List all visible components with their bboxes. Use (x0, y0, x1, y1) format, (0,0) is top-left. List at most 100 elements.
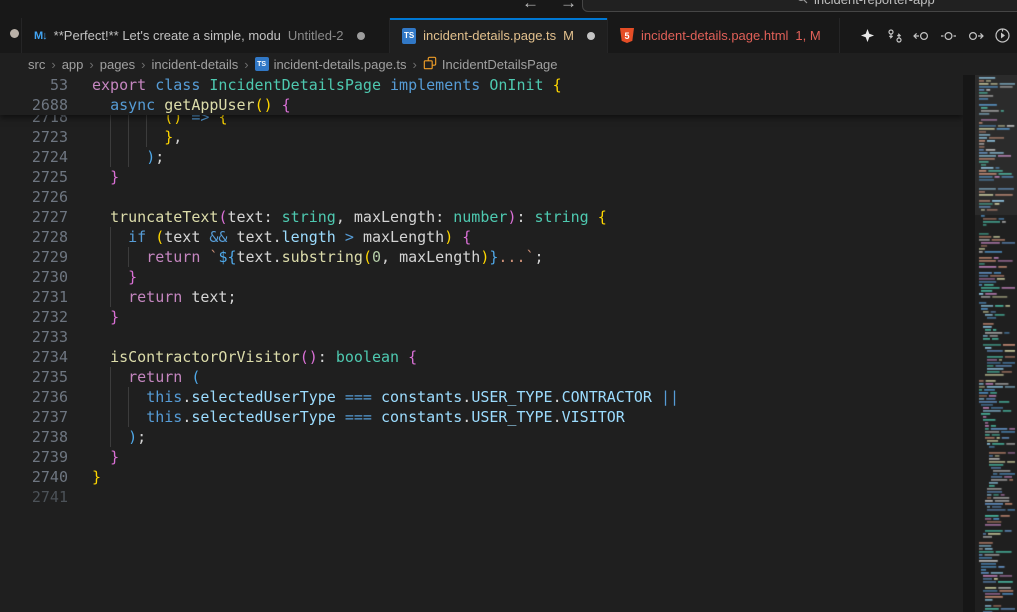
code-line: 2734 isContractorOrVisitor(): boolean { (0, 347, 963, 367)
line-number[interactable]: 2735 (0, 367, 68, 387)
navigate-forward-icon[interactable]: → (560, 0, 577, 13)
command-center-label: incident-reporter-app (814, 0, 935, 7)
code-token (354, 228, 363, 246)
minimap[interactable] (975, 75, 1017, 612)
code-token: return (146, 248, 200, 266)
line-number[interactable]: 2730 (0, 267, 68, 287)
code-token: } (110, 448, 119, 466)
html-icon: 5 (620, 28, 634, 43)
code-line: 2688 async getAppUser() { (0, 95, 963, 115)
code-token: ${ (218, 248, 236, 266)
line-number[interactable]: 2725 (0, 167, 68, 187)
code-token: . (553, 388, 562, 406)
line-number[interactable]: 2739 (0, 447, 68, 467)
compare-changes-icon[interactable] (886, 27, 903, 44)
modified-dot (10, 29, 19, 38)
line-number[interactable]: 2724 (0, 147, 68, 167)
code-token: ; (155, 148, 164, 166)
breadcrumb-item-src[interactable]: src (28, 57, 45, 72)
tab-incident-details-page-html[interactable]: 5 incident-details.page.html 1, M (608, 18, 840, 53)
code-token: } (92, 468, 101, 486)
tab-untitled-2[interactable]: M↓ **Perfect!** Let's create a simple, m… (22, 18, 390, 53)
code-token (146, 228, 155, 246)
line-number[interactable]: 2740 (0, 467, 68, 487)
line-number[interactable]: 2723 (0, 127, 68, 147)
line-number[interactable]: 2731 (0, 287, 68, 307)
code-token (336, 408, 345, 426)
code-token: > (345, 228, 354, 246)
code-token: export (92, 76, 146, 94)
breadcrumb: src › app › pages › incident-details › T… (0, 53, 963, 75)
line-number[interactable]: 2729 (0, 247, 68, 267)
code-token (652, 388, 661, 406)
code-token: VISITOR (562, 408, 625, 426)
line-number[interactable]: 2728 (0, 227, 68, 247)
code-text: ); (92, 427, 146, 447)
code-text: } (92, 167, 119, 187)
code-token: ` (526, 248, 535, 266)
line-number[interactable]: 2732 (0, 307, 68, 327)
tab-badge: 1, M (795, 28, 820, 43)
code-line: 2728 if (text && text.length > maxLength… (0, 227, 963, 247)
code-text: this.selectedUserType === constants.USER… (92, 407, 625, 427)
code-editor[interactable]: 2718 () => {2723 },2724 );2725 }27262727… (0, 75, 963, 612)
code-token: && (209, 228, 227, 246)
line-number[interactable]: 2727 (0, 207, 68, 227)
breadcrumb-item-incident-details[interactable]: incident-details (152, 57, 239, 72)
code-token: === (345, 388, 372, 406)
code-token: : (318, 348, 336, 366)
line-number[interactable]: 2734 (0, 347, 68, 367)
line-number[interactable]: 2741 (0, 487, 68, 507)
code-token: ( (191, 368, 200, 386)
code-text: if (text && text.length > maxLength) { (92, 227, 471, 247)
code-token: . (182, 388, 191, 406)
code-token: } (128, 268, 137, 286)
code-text: return ( (92, 367, 200, 387)
code-line: 2738 ); (0, 427, 963, 447)
code-token: { (553, 76, 562, 94)
code-token: getAppUser (164, 96, 254, 114)
line-number[interactable]: 2738 (0, 427, 68, 447)
line-number[interactable]: 2688 (0, 95, 68, 115)
code-line: 2741 (0, 487, 963, 507)
line-number[interactable]: 2726 (0, 187, 68, 207)
markdown-icon: M↓ (34, 30, 47, 42)
tab-incident-details-page-ts[interactable]: TS incident-details.page.ts M (390, 18, 608, 53)
breadcrumb-item-symbol[interactable]: IncidentDetailsPage (442, 57, 558, 72)
modified-dot[interactable] (357, 32, 365, 40)
code-token: ... (498, 248, 525, 266)
command-center-search[interactable]: incident-reporter-app (582, 0, 1017, 12)
line-number[interactable]: 2736 (0, 387, 68, 407)
code-token: : (516, 208, 534, 226)
copilot-icon[interactable] (859, 27, 876, 44)
code-token: { (408, 348, 417, 366)
run-menu-icon[interactable] (994, 27, 1011, 44)
breadcrumb-item-file[interactable]: incident-details.page.ts (274, 57, 407, 72)
code-token: : (435, 208, 453, 226)
tab-label: **Perfect!** Let's create a simple, modu (54, 28, 281, 43)
code-text: async getAppUser() { (92, 95, 291, 115)
breadcrumb-item-pages[interactable]: pages (100, 57, 135, 72)
code-token: text (237, 228, 273, 246)
line-number[interactable]: 2733 (0, 327, 68, 347)
title-bar: ← → incident-reporter-app (0, 0, 1017, 18)
code-token: . (462, 408, 471, 426)
modified-dot[interactable] (587, 32, 595, 40)
code-line: 2726 (0, 187, 963, 207)
code-line: 2736 this.selectedUserType === constants… (0, 387, 963, 407)
clipped-tab[interactable] (0, 18, 22, 53)
next-change-icon[interactable] (967, 27, 984, 44)
previous-change-icon[interactable] (913, 27, 930, 44)
breadcrumb-item-app[interactable]: app (62, 57, 84, 72)
open-change-icon[interactable] (940, 27, 957, 44)
chevron-right-icon: › (412, 57, 418, 72)
code-token: text (191, 288, 227, 306)
line-number[interactable]: 53 (0, 75, 68, 95)
code-line: 2739 } (0, 447, 963, 467)
code-token: constants (381, 408, 462, 426)
navigate-back-icon[interactable]: ← (522, 0, 539, 13)
line-number[interactable]: 2737 (0, 407, 68, 427)
code-token: , (336, 208, 354, 226)
code-token (273, 96, 282, 114)
code-token (372, 408, 381, 426)
